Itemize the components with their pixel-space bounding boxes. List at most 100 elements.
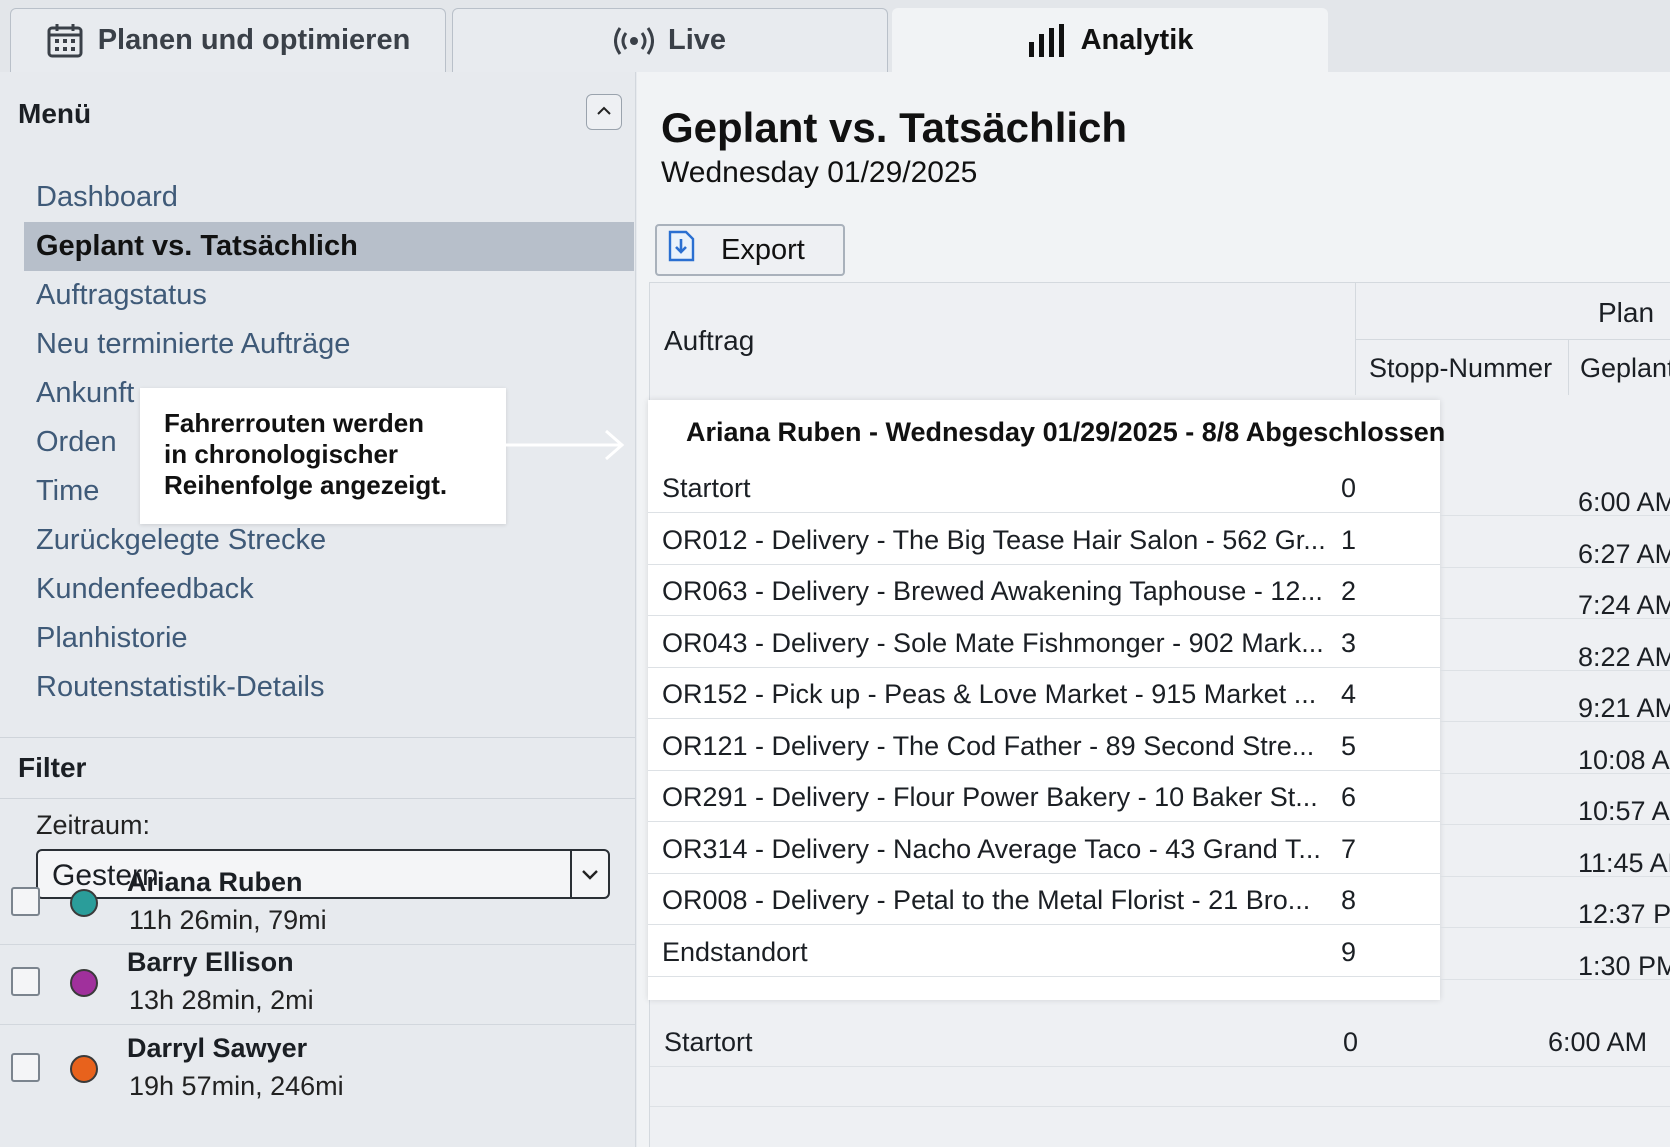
driver-name: Ariana Ruben bbox=[127, 867, 303, 897]
driver-checkbox[interactable] bbox=[11, 1053, 40, 1082]
calendar-icon bbox=[46, 23, 84, 59]
group-header: Ariana Ruben - Wednesday 01/29/2025 - 8/… bbox=[686, 417, 1446, 447]
download-file-icon bbox=[667, 230, 695, 270]
menu-item-neu-terminierte-auftraege[interactable]: Neu terminierte Aufträge bbox=[24, 320, 634, 369]
divider bbox=[1355, 339, 1670, 340]
page-date: Wednesday 01/29/2025 bbox=[661, 156, 978, 189]
divider bbox=[1568, 339, 1569, 395]
driver-stats: 13h 28min, 2mi bbox=[129, 985, 314, 1015]
driver-name: Darryl Sawyer bbox=[127, 1033, 308, 1063]
driver-row-ariana-ruben: Ariana Ruben 11h 26min, 79mi bbox=[0, 861, 635, 945]
callout-line: in chronologischer bbox=[164, 439, 399, 469]
divider bbox=[1440, 721, 1670, 722]
menu-item-geplant-vs-tatsaechlich[interactable]: Geplant vs. Tatsächlich bbox=[24, 222, 634, 271]
sidebar: Menü Dashboard Geplant vs. Tatsächlich A… bbox=[0, 72, 636, 1147]
table-row[interactable]: OR121 - Delivery - The Cod Father - 89 S… bbox=[648, 722, 1440, 771]
menu-item-routenstatistik-details[interactable]: Routenstatistik-Details bbox=[24, 663, 634, 712]
order-cell: Startort bbox=[664, 1027, 753, 1057]
planned-time-cell: 10:57 AM bbox=[1578, 796, 1670, 826]
column-header-stopp-nummer: Stopp-Nummer bbox=[1369, 353, 1553, 383]
callout-annotation: Fahrerrouten werden in chronologischer R… bbox=[140, 388, 506, 524]
order-cell: OR121 - Delivery - The Cod Father - 89 S… bbox=[662, 730, 1315, 761]
stop-number-cell: 0 bbox=[1342, 1027, 1358, 1057]
divider bbox=[1440, 978, 1670, 980]
planned-time-cell: 7:24 AM bbox=[1578, 590, 1670, 620]
page-title: Geplant vs. Tatsächlich bbox=[661, 104, 1128, 151]
order-cell: OR291 - Delivery - Flour Power Bakery - … bbox=[662, 782, 1318, 812]
table-row[interactable] bbox=[650, 1067, 1670, 1107]
order-cell: Endstandort bbox=[662, 936, 808, 967]
planned-time-cell: 10:08 AM bbox=[1578, 744, 1670, 775]
tab-analytik[interactable]: Analytik bbox=[892, 8, 1328, 72]
stop-number-cell: 9 bbox=[1340, 936, 1356, 967]
driver-color-dot bbox=[70, 889, 98, 917]
menu-item-auftragstatus[interactable]: Auftragstatus bbox=[24, 271, 634, 320]
divider bbox=[1440, 669, 1670, 671]
menu-item-dashboard[interactable]: Dashboard bbox=[24, 173, 634, 222]
driver-stats: 19h 57min, 246mi bbox=[129, 1071, 344, 1101]
stop-number-cell: 3 bbox=[1340, 627, 1356, 658]
callout-line: Fahrerrouten werden bbox=[164, 408, 425, 438]
divider bbox=[1440, 566, 1670, 568]
tab-live[interactable]: Live bbox=[452, 8, 888, 72]
menu-title: Menü bbox=[18, 98, 92, 129]
order-cell: OR012 - Delivery - The Big Tease Hair Sa… bbox=[662, 524, 1326, 555]
divider bbox=[0, 798, 635, 799]
driver-row-barry-ellison: Barry Ellison 13h 28min, 2mi bbox=[0, 941, 635, 1025]
table-row[interactable]: OR008 - Delivery - Petal to the Metal Fl… bbox=[648, 876, 1440, 925]
table-row[interactable]: Startort 0 6:00 AM bbox=[650, 1018, 1670, 1067]
divider bbox=[1440, 824, 1670, 825]
order-cell: OR063 - Delivery - Brewed Awakening Taph… bbox=[662, 576, 1323, 606]
stop-number-cell: 7 bbox=[1340, 833, 1356, 864]
order-cell: OR043 - Delivery - Sole Mate Fishmonger … bbox=[662, 627, 1324, 658]
divider bbox=[1440, 618, 1670, 619]
stop-number-cell: 4 bbox=[1340, 679, 1356, 709]
tab-planen[interactable]: Planen und optimieren bbox=[10, 8, 446, 72]
table-row[interactable]: OR291 - Delivery - Flour Power Bakery - … bbox=[648, 773, 1440, 822]
planned-time-cell: 11:45 AM bbox=[1578, 847, 1670, 878]
stop-number-cell: 6 bbox=[1340, 782, 1356, 812]
divider bbox=[1440, 515, 1670, 516]
callout-line: Reihenfolge angezeigt. bbox=[164, 470, 448, 500]
driver-color-dot bbox=[70, 969, 98, 997]
planned-time-cell: 12:37 PM bbox=[1578, 899, 1670, 929]
menu-item-kundenfeedback[interactable]: Kundenfeedback bbox=[24, 565, 634, 614]
planned-time-cell: 6:00 AM bbox=[1578, 487, 1670, 517]
planned-time-cell: 6:00 AM bbox=[1548, 1027, 1648, 1057]
table-row[interactable]: OR314 - Delivery - Nacho Average Taco - … bbox=[648, 825, 1440, 874]
export-button[interactable]: Export bbox=[655, 224, 845, 276]
broadcast-icon bbox=[613, 26, 654, 56]
table-row[interactable]: OR152 - Pick up - Peas & Love Market - 9… bbox=[648, 670, 1440, 719]
collapse-menu-button[interactable] bbox=[586, 94, 622, 130]
tab-planen-label: Planen und optimieren bbox=[97, 24, 411, 56]
driver-stats: 11h 26min, 79mi bbox=[129, 905, 327, 935]
divider bbox=[0, 737, 635, 738]
driver-color-dot bbox=[70, 1055, 98, 1083]
planned-time-cell: 9:21 AM bbox=[1578, 693, 1670, 723]
filter-title: Filter bbox=[18, 752, 87, 783]
order-cell: OR314 - Delivery - Nacho Average Taco - … bbox=[662, 833, 1321, 864]
table-row[interactable]: OR063 - Delivery - Brewed Awakening Taph… bbox=[648, 567, 1440, 616]
menu-item-planhistorie[interactable]: Planhistorie bbox=[24, 614, 634, 663]
bar-chart-icon bbox=[1027, 23, 1067, 58]
stop-number-cell: 5 bbox=[1340, 730, 1356, 761]
table-row[interactable]: Endstandort 9 bbox=[648, 928, 1440, 977]
stop-number-cell: 2 bbox=[1340, 576, 1356, 606]
divider bbox=[1440, 772, 1670, 774]
export-button-label: Export bbox=[721, 233, 805, 266]
table-row[interactable]: OR012 - Delivery - The Big Tease Hair Sa… bbox=[648, 516, 1440, 565]
tab-live-label: Live bbox=[667, 24, 727, 56]
table-row[interactable]: Startort 0 bbox=[648, 464, 1440, 513]
table-row[interactable]: OR043 - Delivery - Sole Mate Fishmonger … bbox=[648, 619, 1440, 668]
driver-checkbox[interactable] bbox=[11, 887, 40, 916]
callout-arrow-icon bbox=[506, 429, 625, 461]
planned-time-cell: 8:22 AM bbox=[1578, 641, 1670, 672]
divider bbox=[1440, 927, 1670, 928]
driver-checkbox[interactable] bbox=[11, 967, 40, 996]
order-cell: Startort bbox=[662, 473, 751, 503]
driver-name: Barry Ellison bbox=[127, 947, 294, 977]
planned-time-cell: 6:27 AM bbox=[1578, 538, 1670, 569]
top-tab-bar: Planen und optimieren Live Analytik bbox=[0, 0, 1670, 72]
order-cell: OR152 - Pick up - Peas & Love Market - 9… bbox=[662, 679, 1317, 709]
column-header-auftrag: Auftrag bbox=[664, 325, 755, 356]
